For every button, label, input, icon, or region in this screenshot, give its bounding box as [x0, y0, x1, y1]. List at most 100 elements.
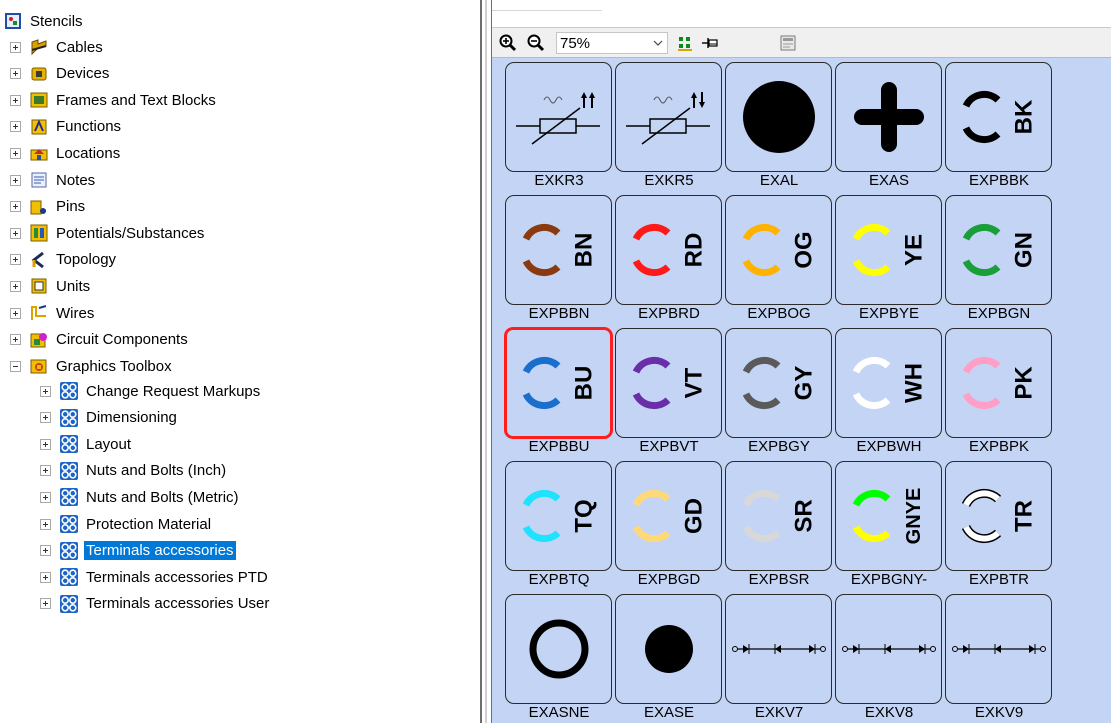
symbol-tile[interactable]: GN [945, 195, 1052, 305]
symbol-tile[interactable]: GD [615, 461, 722, 571]
tree-child-nuts-and-bolts-metric-[interactable]: Nuts and Bolts (Metric) [40, 484, 241, 510]
expand-toggle-icon[interactable] [10, 147, 21, 159]
tree-item-locations[interactable]: Locations [10, 140, 122, 166]
symbol-cell-exkv9[interactable]: EXKV9 [944, 592, 1054, 723]
symbol-tile[interactable]: VT [615, 328, 722, 438]
tree-child-layout[interactable]: Layout [40, 431, 133, 457]
symbol-cell-expbgn[interactable]: GN EXPBGN [944, 193, 1054, 326]
symbol-cell-expbgy[interactable]: GY EXPBGY [724, 326, 834, 459]
symbol-tile[interactable] [725, 62, 832, 172]
symbol-cell-exkr5[interactable]: EXKR5 [614, 60, 724, 193]
symbol-cell-expbrd[interactable]: RD EXPBRD [614, 193, 724, 326]
expand-toggle-icon[interactable] [40, 465, 51, 477]
expand-toggle-icon[interactable] [10, 334, 21, 346]
tree-item-wires[interactable]: Wires [10, 300, 96, 326]
tree-child-dimensioning[interactable]: Dimensioning [40, 405, 179, 431]
expand-toggle-icon[interactable] [10, 227, 21, 239]
expand-toggle-icon[interactable] [40, 545, 51, 557]
symbol-tile[interactable]: BK [945, 62, 1052, 172]
expand-toggle-icon[interactable] [10, 121, 21, 133]
symbol-tile[interactable]: PK [945, 328, 1052, 438]
symbol-tile[interactable] [835, 594, 942, 704]
symbol-cell-expbbu[interactable]: BU EXPBBU [504, 326, 614, 459]
symbol-tile[interactable]: RD [615, 195, 722, 305]
symbol-tile[interactable]: WH [835, 328, 942, 438]
symbol-cell-exase[interactable]: EXASE [614, 592, 724, 723]
symbol-tile[interactable] [835, 62, 942, 172]
expand-toggle-icon[interactable] [40, 518, 51, 530]
expand-toggle-icon[interactable] [40, 385, 51, 397]
symbol-cell-exal[interactable]: EXAL [724, 60, 834, 193]
symbol-cell-expbbk[interactable]: BK EXPBBK [944, 60, 1054, 193]
symbol-tile[interactable] [615, 594, 722, 704]
expand-toggle-icon[interactable] [10, 280, 21, 292]
tree-item-cables[interactable]: Cables [10, 34, 105, 60]
symbol-tile[interactable]: OG [725, 195, 832, 305]
symbol-cell-exasne[interactable]: EXASNE [504, 592, 614, 723]
symbol-cell-expbgny-[interactable]: GNYE EXPBGNY- [834, 459, 944, 592]
tree-item-functions[interactable]: Functions [10, 114, 123, 140]
pin-icon[interactable] [700, 33, 720, 53]
expand-toggle-icon[interactable] [10, 201, 21, 213]
symbol-cell-expbye[interactable]: YE EXPBYE [834, 193, 944, 326]
expand-toggle-icon[interactable] [40, 412, 51, 424]
symbol-tile[interactable]: GNYE [835, 461, 942, 571]
expand-toggle-icon[interactable] [40, 571, 51, 583]
expand-toggle-icon[interactable] [40, 438, 51, 450]
symbol-cell-exkv8[interactable]: EXKV8 [834, 592, 944, 723]
expand-toggle-icon[interactable] [10, 41, 21, 53]
tree-item-graphics-toolbox[interactable]: Graphics Toolbox [10, 353, 174, 379]
expand-toggle-icon[interactable] [10, 307, 21, 319]
symbol-cell-exkr3[interactable]: EXKR3 [504, 60, 614, 193]
tree-item-topology[interactable]: Topology [10, 247, 118, 273]
symbol-cell-expbog[interactable]: OG EXPBOG [724, 193, 834, 326]
tree-child-terminals-accessories-ptd[interactable]: Terminals accessories PTD [40, 564, 270, 590]
tree-item-notes[interactable]: Notes [10, 167, 97, 193]
chevron-down-icon[interactable] [649, 33, 667, 53]
tree-child-terminals-accessories[interactable]: Terminals accessories [40, 538, 236, 564]
symbol-cell-expbpk[interactable]: PK EXPBPK [944, 326, 1054, 459]
symbol-cell-exas[interactable]: EXAS [834, 60, 944, 193]
tree-item-pins[interactable]: Pins [10, 194, 87, 220]
tree-item-frames-and-text-blocks[interactable]: Frames and Text Blocks [10, 87, 218, 113]
symbol-tile[interactable]: BN [505, 195, 612, 305]
tree-item-units[interactable]: Units [10, 273, 92, 299]
tree-child-protection-material[interactable]: Protection Material [40, 511, 213, 537]
zoom-in-icon[interactable] [498, 33, 518, 53]
tree-item-devices[interactable]: Devices [10, 61, 111, 87]
symbol-tile[interactable]: TQ [505, 461, 612, 571]
expand-toggle-icon[interactable] [10, 68, 21, 80]
symbol-cell-expbgd[interactable]: GD EXPBGD [614, 459, 724, 592]
tree-child-terminals-accessories-user[interactable]: Terminals accessories User [40, 591, 271, 617]
expand-toggle-icon[interactable] [40, 598, 51, 610]
symbol-cell-exkv7[interactable]: EXKV7 [724, 592, 834, 723]
pane-splitter[interactable] [480, 0, 492, 723]
expand-toggle-icon[interactable] [10, 94, 21, 106]
zoom-combobox[interactable]: 75% [556, 32, 668, 54]
symbol-cell-expbtq[interactable]: TQ EXPBTQ [504, 459, 614, 592]
symbol-tile[interactable]: GY [725, 328, 832, 438]
symbol-cell-expbbn[interactable]: BN EXPBBN [504, 193, 614, 326]
symbol-tile[interactable] [505, 594, 612, 704]
tree-root-stencils[interactable]: Stencils [4, 8, 85, 34]
symbol-tile[interactable] [945, 594, 1052, 704]
symbol-tile[interactable] [615, 62, 722, 172]
expand-toggle-icon[interactable] [40, 491, 51, 503]
preview-icon[interactable] [778, 33, 798, 53]
symbol-tile[interactable]: BU [504, 327, 613, 439]
symbol-cell-expbwh[interactable]: WH EXPBWH [834, 326, 944, 459]
tree-item-circuit-components[interactable]: Circuit Components [10, 327, 190, 353]
tree-child-nuts-and-bolts-inch-[interactable]: Nuts and Bolts (Inch) [40, 458, 228, 484]
symbol-cell-expbtr[interactable]: TR EXPBTR [944, 459, 1054, 592]
symbol-cell-expbsr[interactable]: SR EXPBSR [724, 459, 834, 592]
symbol-tile[interactable]: YE [835, 195, 942, 305]
symbol-tile[interactable]: SR [725, 461, 832, 571]
symbol-tile[interactable]: TR [945, 461, 1052, 571]
symbol-cell-expbvt[interactable]: VT EXPBVT [614, 326, 724, 459]
expand-toggle-icon[interactable] [10, 254, 21, 266]
tree-item-potentials-substances[interactable]: Potentials/Substances [10, 220, 206, 246]
tree-child-change-request-markups[interactable]: Change Request Markups [40, 378, 262, 404]
expand-toggle-icon[interactable] [10, 174, 21, 186]
zoom-out-icon[interactable] [526, 33, 546, 53]
symbol-tile[interactable] [505, 62, 612, 172]
